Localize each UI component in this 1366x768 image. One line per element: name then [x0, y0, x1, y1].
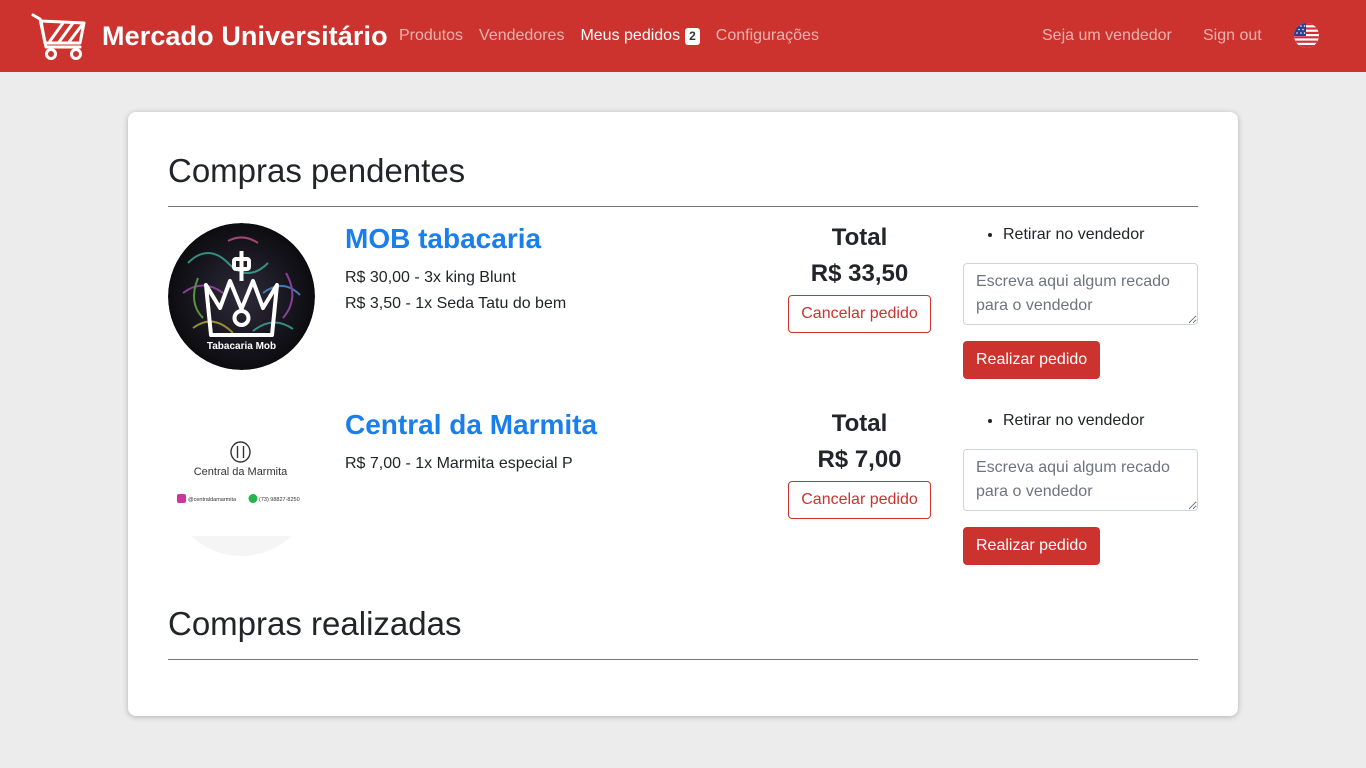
- shop-name-link[interactable]: Central da Marmita: [345, 409, 597, 441]
- marmita-logo-caption: Central da Marmita: [194, 466, 288, 478]
- seller-note-textarea[interactable]: [963, 449, 1198, 511]
- shopping-cart-logo-icon: [31, 13, 86, 60]
- marmita-logo-handle: @centraldamarmita: [188, 497, 237, 503]
- delivery-options: Retirar no vendedor: [963, 223, 1198, 247]
- top-navbar: Mercado Universitário Produtos Vendedore…: [0, 0, 1366, 72]
- nav-link-meus-pedidos-label: Meus pedidos: [580, 27, 681, 44]
- shop-name-link[interactable]: MOB tabacaria: [345, 223, 541, 255]
- nav-link-produtos[interactable]: Produtos: [399, 27, 463, 45]
- orders-card: Compras pendentes Tabacaria Mob MOB taba…: [128, 112, 1238, 716]
- place-order-button[interactable]: Realizar pedido: [963, 341, 1101, 379]
- nav-link-meus-pedidos[interactable]: Meus pedidos 2: [580, 27, 700, 45]
- order-actions: Retirar no vendedor Realizar pedido: [963, 409, 1198, 565]
- pending-order-1: Tabacaria Mob MOB tabacaria R$ 30,00 - 3…: [168, 223, 1198, 383]
- delivery-option: Retirar no vendedor: [1003, 223, 1198, 247]
- completed-divider: [168, 659, 1198, 660]
- cancel-order-button[interactable]: Cancelar pedido: [788, 481, 931, 519]
- total-value: R$ 7,00: [817, 446, 902, 473]
- become-seller-link[interactable]: Seja um vendedor: [1042, 24, 1172, 48]
- mob-tabacaria-logo: Tabacaria Mob: [168, 223, 315, 370]
- order-item: R$ 7,00 - 1x Marmita especial P: [345, 455, 573, 472]
- pending-orders-title: Compras pendentes: [168, 152, 466, 189]
- pending-order-2: Central da Marmita @centraldamarmita (73…: [168, 409, 1198, 569]
- main-nav: Produtos Vendedores Meus pedidos 2 Confi…: [399, 24, 835, 48]
- order-total: Total R$ 33,50: [788, 223, 931, 289]
- brand-title: Mercado Universitário: [102, 20, 388, 51]
- brand-link[interactable]: Mercado Universitário: [30, 10, 388, 62]
- nav-link-vendedores[interactable]: Vendedores: [479, 27, 564, 45]
- sign-out-link[interactable]: Sign out: [1203, 24, 1262, 48]
- total-label: Total: [831, 410, 888, 437]
- order-items: R$ 7,00 - 1x Marmita especial P: [345, 451, 573, 477]
- orders-count-badge: 2: [685, 27, 700, 45]
- seller-note-textarea[interactable]: [963, 263, 1198, 325]
- total-value: R$ 33,50: [810, 260, 909, 287]
- nav-link-configuracoes[interactable]: Configurações: [716, 27, 819, 45]
- us-flag-icon[interactable]: [1294, 23, 1319, 48]
- order-actions: Retirar no vendedor Realizar pedido: [963, 223, 1198, 379]
- order-total: Total R$ 7,00: [788, 409, 931, 475]
- order-item: R$ 30,00 - 3x king Blunt: [345, 269, 516, 286]
- order-items: R$ 30,00 - 3x king Blunt R$ 3,50 - 1x Se…: [345, 265, 566, 317]
- pending-divider: [168, 206, 1198, 207]
- completed-orders-title: Compras realizadas: [168, 605, 462, 642]
- marmita-logo-phone: (73) 98827-8250: [259, 497, 300, 503]
- total-label: Total: [831, 224, 888, 251]
- cancel-order-button[interactable]: Cancelar pedido: [788, 295, 931, 333]
- place-order-button[interactable]: Realizar pedido: [963, 527, 1101, 565]
- order-item: R$ 3,50 - 1x Seda Tatu do bem: [345, 295, 567, 312]
- mob-logo-caption: Tabacaria Mob: [207, 341, 276, 352]
- delivery-option: Retirar no vendedor: [1003, 409, 1198, 433]
- delivery-options: Retirar no vendedor: [963, 409, 1198, 433]
- central-da-marmita-logo: Central da Marmita @centraldamarmita (73…: [168, 409, 315, 556]
